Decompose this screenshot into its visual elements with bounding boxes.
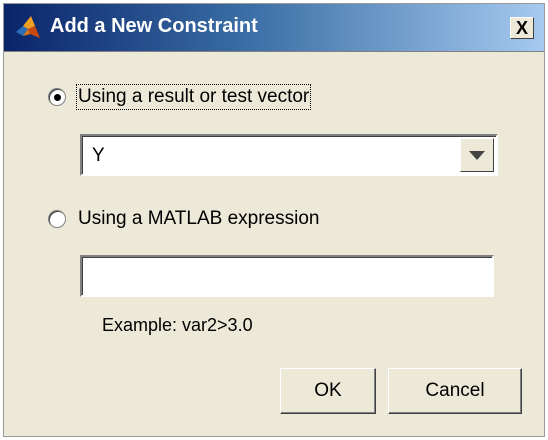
radio-result-vector[interactable]: Using a result or test vector	[48, 84, 312, 110]
add-constraint-dialog: Add a New Constraint X Using a result or…	[3, 3, 545, 437]
close-icon: X	[515, 18, 528, 38]
radio-dot-icon	[53, 93, 61, 101]
radio-button-selected[interactable]	[48, 88, 66, 106]
dialog-title: Add a New Constraint	[50, 15, 258, 37]
vector-select-value: Y	[92, 145, 105, 166]
close-button[interactable]: X	[510, 17, 534, 39]
cancel-button[interactable]: Cancel	[388, 368, 522, 414]
radio-matlab-expression[interactable]: Using a MATLAB expression	[48, 207, 319, 231]
radio-matlab-expression-label[interactable]: Using a MATLAB expression	[78, 208, 319, 230]
matlab-logo-icon	[14, 14, 42, 42]
radio-result-vector-label[interactable]: Using a result or test vector	[75, 84, 312, 110]
chevron-down-icon	[469, 150, 485, 160]
matlab-expression-input[interactable]	[80, 255, 494, 297]
ok-button[interactable]: OK	[280, 368, 376, 414]
title-bar[interactable]: Add a New Constraint X	[4, 4, 544, 52]
vector-select[interactable]: Y	[80, 134, 498, 176]
dropdown-arrow-button[interactable]	[460, 138, 494, 172]
radio-button-unselected[interactable]	[48, 210, 66, 228]
example-text: Example: var2>3.0	[102, 315, 253, 335]
